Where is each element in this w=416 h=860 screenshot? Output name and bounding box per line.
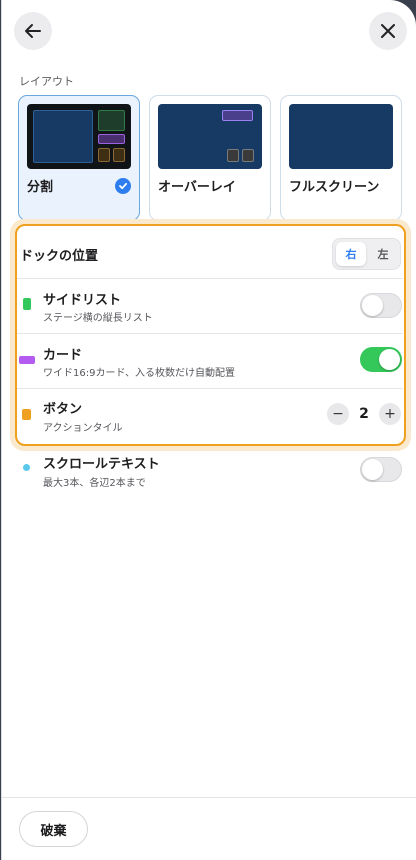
layout-option-label: 分割 xyxy=(27,180,54,195)
button-title: ボタン xyxy=(43,402,83,417)
card-toggle[interactable] xyxy=(360,347,402,372)
scroll-text-subtitle: 最大3本、各辺2本まで xyxy=(43,478,146,489)
button-count-value: 2 xyxy=(359,406,369,422)
discard-button[interactable]: 破棄 xyxy=(19,811,88,847)
layout-option-split[interactable]: 分割 xyxy=(18,95,140,221)
button-count-decrement[interactable]: − xyxy=(327,403,349,425)
divider xyxy=(17,333,403,334)
layout-section-label: レイアウト xyxy=(19,75,74,88)
scroll-text-title: スクロールテキスト xyxy=(43,457,160,472)
card-title: カード xyxy=(43,348,83,363)
divider xyxy=(17,388,403,389)
checkmark-icon xyxy=(115,178,131,194)
layout-option-label: フルスクリーン xyxy=(289,180,380,195)
dock-position-title: ドックの位置 xyxy=(20,249,99,264)
card-subtitle: ワイド16:9カード、入る枚数だけ自動配置 xyxy=(43,368,236,379)
close-button[interactable] xyxy=(369,12,407,50)
button-color-dot xyxy=(22,409,31,420)
scroll-color-dot xyxy=(23,464,30,471)
arrow-left-icon xyxy=(25,24,41,38)
button-subtitle: アクションタイル xyxy=(43,423,123,434)
sidelist-color-dot xyxy=(23,298,31,310)
layout-option-overlay[interactable]: オーバーレイ xyxy=(149,95,271,221)
dock-position-left[interactable]: 左 xyxy=(368,242,398,266)
divider xyxy=(17,278,403,279)
dock-position-right[interactable]: 右 xyxy=(336,242,366,266)
overlay-preview xyxy=(158,104,262,169)
layout-option-label: オーバーレイ xyxy=(158,180,236,195)
fullscreen-preview xyxy=(289,104,393,169)
split-preview xyxy=(27,104,131,169)
scroll-text-toggle[interactable] xyxy=(360,457,402,482)
dock-position-segmented-control: 右 左 xyxy=(332,238,401,270)
card-color-dot xyxy=(19,356,35,364)
sidelist-subtitle: ステージ横の縦長リスト xyxy=(43,313,153,324)
button-count-increment[interactable]: + xyxy=(379,403,401,425)
layout-option-fullscreen[interactable]: フルスクリーン xyxy=(280,95,402,221)
footer-divider xyxy=(2,797,416,798)
sidelist-toggle[interactable] xyxy=(360,293,402,318)
close-icon xyxy=(381,24,395,38)
back-button[interactable] xyxy=(14,12,52,50)
settings-panel: レイアウト 分割 オーバーレイ フルスクリーン ドックの位置 右 左 サイドリス… xyxy=(1,0,416,860)
sidelist-title: サイドリスト xyxy=(43,293,122,308)
